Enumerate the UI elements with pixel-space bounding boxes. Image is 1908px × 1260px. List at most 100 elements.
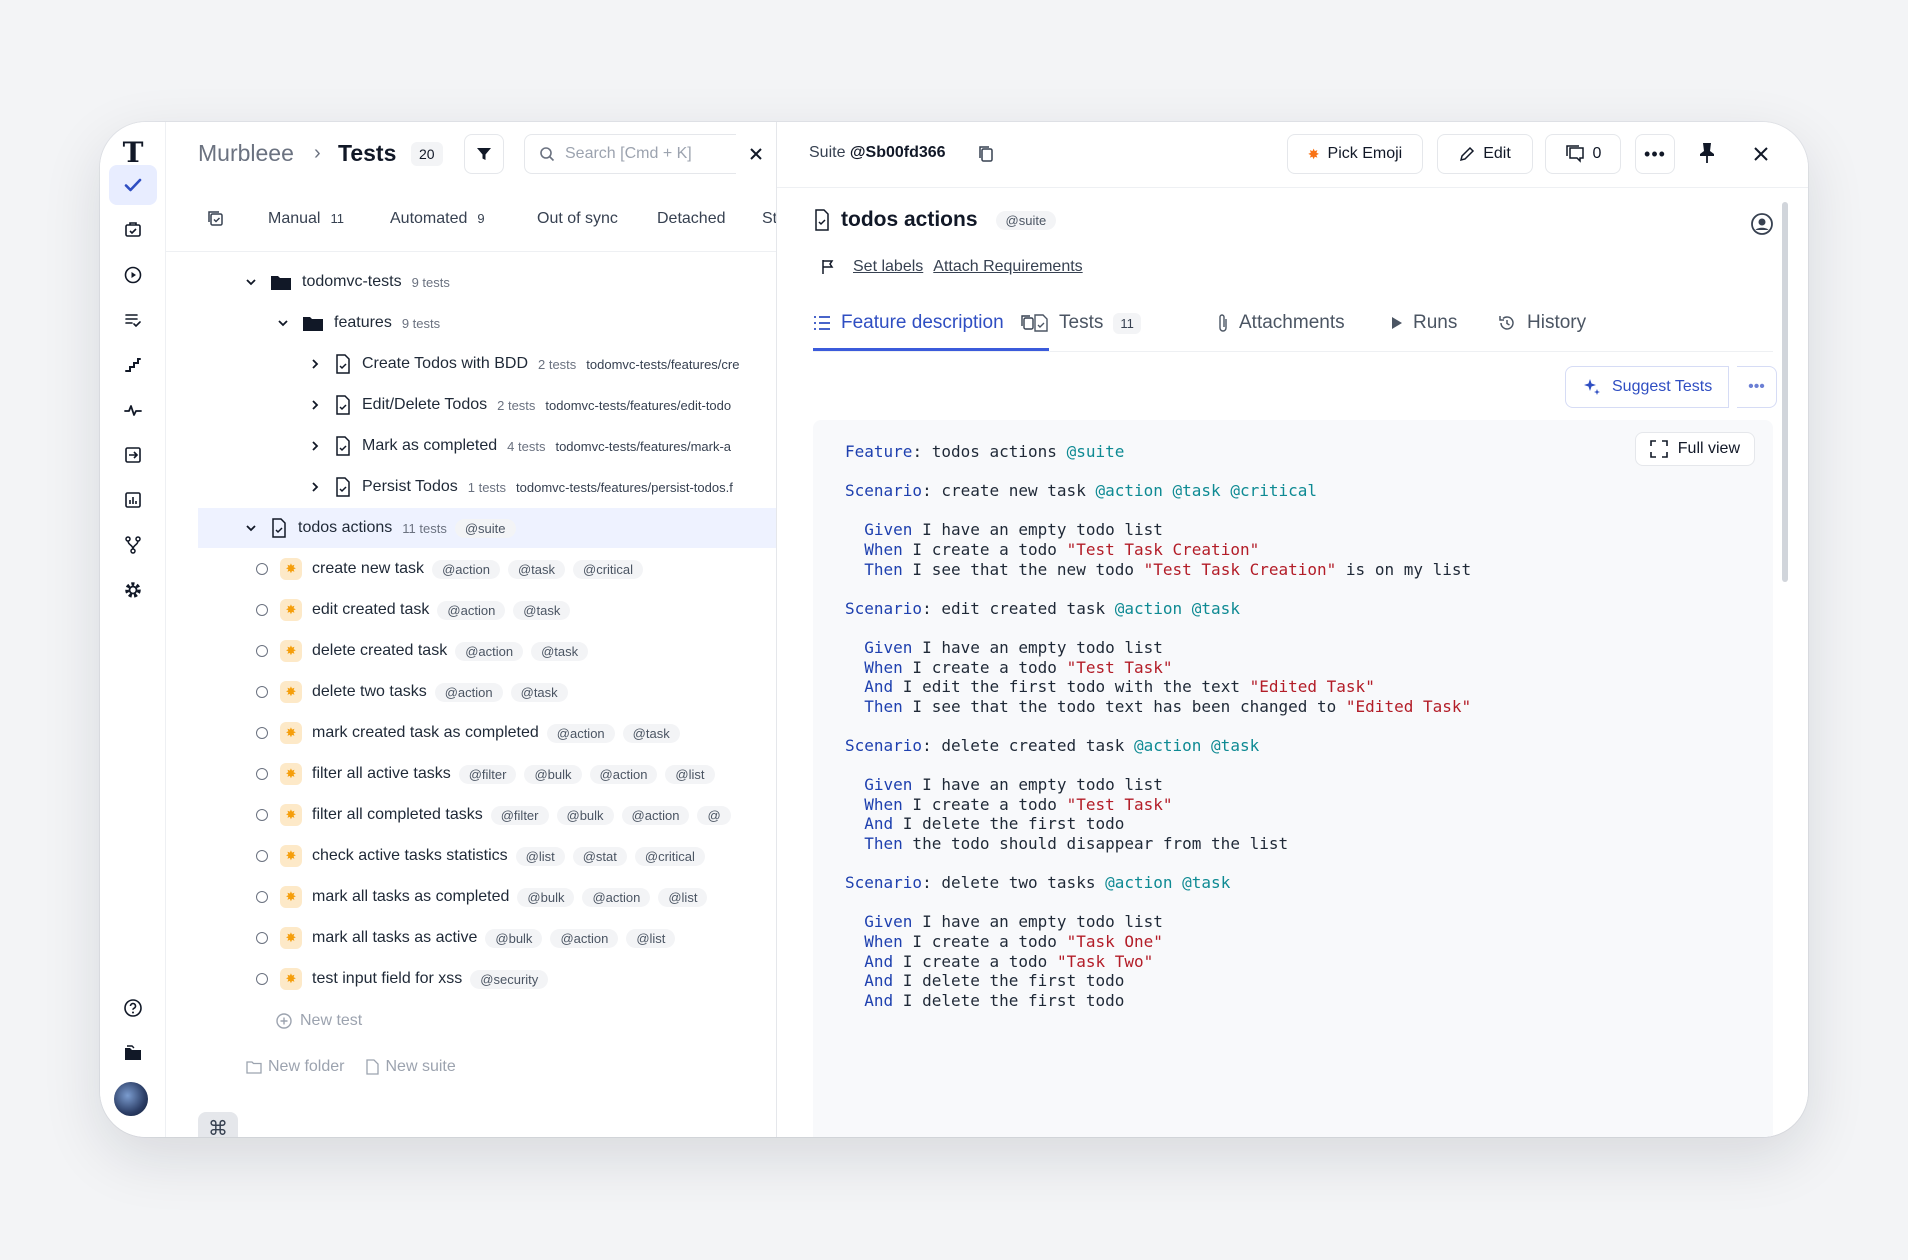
chevron-right-icon[interactable] — [308, 439, 322, 453]
test-emoji-icon: ✸ — [280, 886, 302, 908]
tab-feature-description[interactable]: Feature description — [813, 312, 1036, 334]
chevron-down-icon[interactable] — [244, 275, 258, 289]
test-row[interactable]: ✸ edit created task @action @task — [166, 590, 876, 630]
tests-filter-tabs: Manual 11 Automated 9 Out of sync Detached… — [166, 188, 876, 252]
tree-suite[interactable]: Mark as completed 4 tests todomvc-tests/… — [166, 426, 876, 466]
copy-icon[interactable] — [977, 144, 995, 169]
filter-button[interactable] — [464, 134, 504, 174]
tree-folder-features[interactable]: features 9 tests — [166, 303, 876, 343]
search-input[interactable] — [565, 145, 725, 163]
code-token: Given — [864, 912, 913, 932]
tree-suite-selected[interactable]: todos actions 11 tests @suite — [198, 508, 876, 548]
status-circle-icon — [256, 932, 268, 944]
chevron-right-icon[interactable] — [308, 480, 322, 494]
pulse-icon[interactable] — [109, 390, 157, 430]
chevron-down-icon[interactable] — [244, 521, 258, 535]
tree-suite[interactable]: Edit/Delete Todos 2 tests todomvc-tests/… — [166, 385, 876, 425]
tab-attachments[interactable]: Attachments — [1217, 312, 1345, 334]
test-row[interactable]: ✸ check active tasks statistics @list @stat… — [166, 836, 876, 876]
avatar[interactable] — [114, 1082, 148, 1116]
tab-tests[interactable]: Tests 11 — [1033, 312, 1141, 334]
chevron-down-icon[interactable] — [276, 316, 290, 330]
tree-suite[interactable]: Persist Todos 1 tests todomvc-tests/feat… — [166, 467, 876, 507]
test-row[interactable]: ✸ filter all active tasks @filter @bulk @act… — [166, 754, 876, 794]
test-row[interactable]: ✸ delete created task @action @task — [166, 631, 876, 671]
tests-header: Murbleee › Tests 20 — [166, 122, 876, 188]
multiselect-icon[interactable] — [207, 210, 225, 233]
analytics-icon[interactable] — [109, 480, 157, 520]
status-circle-icon — [256, 563, 268, 575]
tab-detached[interactable]: Detached — [657, 210, 726, 228]
settings-icon[interactable] — [109, 570, 157, 610]
close-search-button[interactable] — [736, 134, 776, 174]
test-row[interactable]: ✸ create new task @action @task @critical — [166, 549, 876, 589]
new-suite-button[interactable]: New suite — [366, 1058, 456, 1076]
status-circle-icon — [256, 645, 268, 657]
command-palette-button[interactable]: ⌘ — [198, 1112, 238, 1137]
test-name: filter all active tasks — [312, 765, 451, 782]
comments-button[interactable]: 0 — [1545, 134, 1621, 174]
full-view-button[interactable]: Full view — [1634, 432, 1755, 466]
code-token: Given — [864, 775, 913, 795]
edit-button[interactable]: Edit — [1437, 134, 1533, 174]
panel-scrollbar[interactable] — [1782, 202, 1788, 582]
pin-icon[interactable] — [1699, 142, 1715, 169]
suggest-more-button[interactable]: ••• — [1737, 366, 1777, 408]
test-name: mark all tasks as active — [312, 929, 478, 946]
tests-icon[interactable] — [109, 165, 157, 205]
test-tag: @bulk — [517, 887, 575, 907]
code-token: : create new task — [922, 481, 1096, 501]
tab-out-of-sync[interactable]: Out of sync — [537, 210, 618, 228]
pick-emoji-button[interactable]: ✸ Pick Emoji — [1287, 134, 1423, 174]
tree-folder-todomvc-tests[interactable]: todomvc-tests 9 tests — [166, 262, 876, 302]
tab-history[interactable]: History — [1497, 312, 1586, 334]
code-token: I create a todo — [902, 794, 1067, 814]
test-emoji-icon: ✸ — [280, 968, 302, 990]
code-token: I create a todo — [902, 932, 1067, 951]
tab-automated[interactable]: Automated 9 — [390, 210, 485, 228]
file-plus-icon — [366, 1059, 380, 1075]
test-row[interactable]: ✸ mark all tasks as completed @bulk @action… — [166, 877, 876, 917]
test-name: mark all tasks as completed — [312, 888, 510, 905]
code-token: Then — [864, 834, 903, 853]
attach-requirements-link[interactable]: Attach Requirements — [933, 258, 1082, 276]
branches-icon[interactable] — [109, 525, 157, 565]
test-tag: @action — [550, 928, 619, 948]
test-row[interactable]: ✸ mark all tasks as active @bulk @action @li… — [166, 918, 876, 958]
plus-circle-icon — [276, 1013, 292, 1029]
runs-icon[interactable] — [109, 255, 157, 295]
import-icon[interactable] — [109, 435, 157, 475]
code-token: Scenario — [845, 873, 923, 893]
search-box[interactable] — [524, 134, 736, 174]
chevron-right-icon[interactable] — [308, 357, 322, 371]
help-icon[interactable] — [109, 988, 157, 1028]
plans-icon[interactable] — [109, 210, 157, 250]
tab-manual[interactable]: Manual 11 — [268, 210, 344, 228]
new-test-button[interactable]: New test — [276, 1012, 362, 1030]
new-folder-button[interactable]: New folder — [246, 1058, 344, 1076]
close-panel-icon[interactable] — [1753, 146, 1769, 167]
code-token: When — [864, 540, 903, 559]
tab-runs[interactable]: Runs — [1391, 312, 1457, 334]
suggest-tests-button[interactable]: Suggest Tests — [1565, 366, 1730, 408]
tree-suite[interactable]: Create Todos with BDD 2 tests todomvc-te… — [166, 344, 876, 384]
docs-icon[interactable] — [109, 1033, 157, 1073]
steps-icon[interactable] — [109, 345, 157, 385]
tab-more[interactable]: St — [762, 210, 777, 228]
checklist-icon[interactable] — [109, 300, 157, 340]
chevron-right-icon[interactable] — [308, 398, 322, 412]
code-token: And — [864, 990, 894, 1010]
test-row[interactable]: ✸ mark created task as completed @action @t… — [166, 713, 876, 753]
test-row[interactable]: ✸ filter all completed tasks @filter @bulk @… — [166, 795, 876, 835]
breadcrumb-project[interactable]: Murbleee — [198, 140, 294, 167]
assignee-icon[interactable] — [1750, 212, 1774, 241]
set-labels-link[interactable]: Set labels — [853, 258, 923, 276]
more-actions-button[interactable]: ••• — [1635, 134, 1675, 174]
test-row[interactable]: ✸ delete two tasks @action @task — [166, 672, 876, 712]
feature-code-block[interactable]: Full view Feature: todos actions @suite S… — [813, 420, 1773, 1137]
test-row[interactable]: ✸ test input field for xss @security — [166, 959, 876, 999]
